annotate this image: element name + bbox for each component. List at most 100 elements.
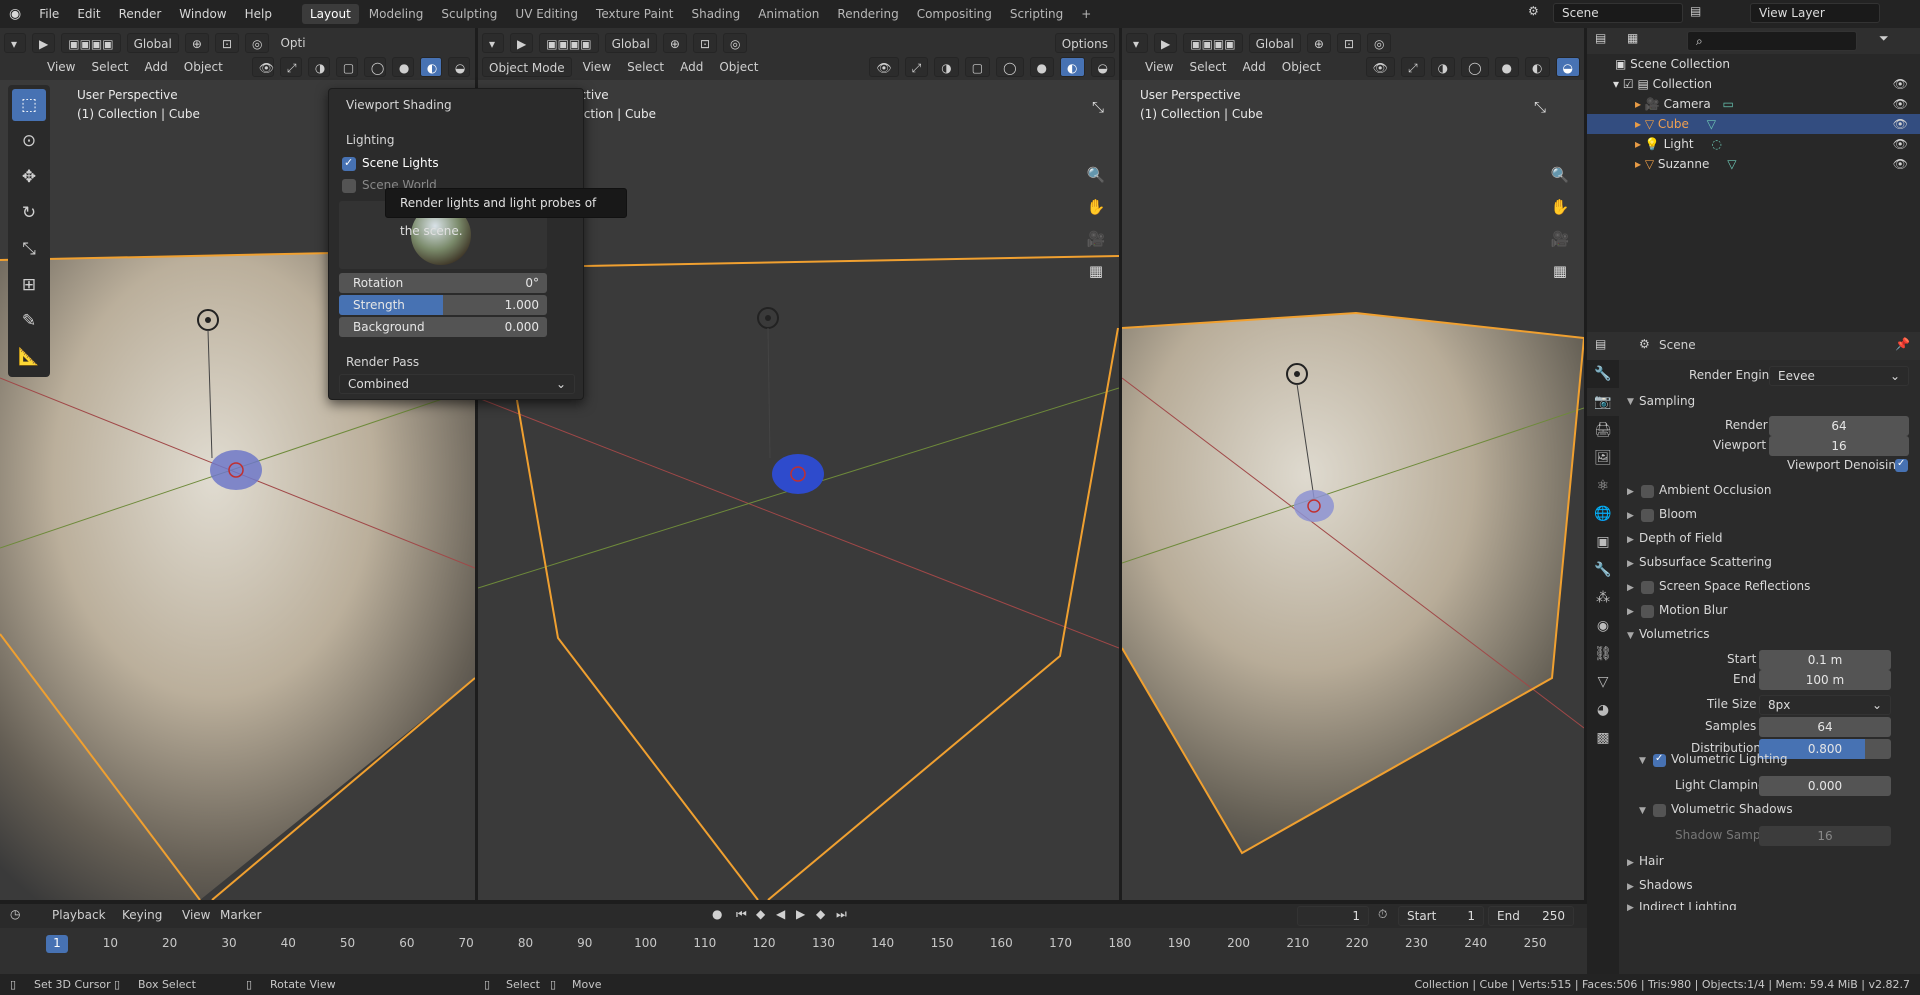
light-clamping-field[interactable]: 0.000	[1759, 776, 1891, 796]
texture-tab-icon[interactable]: ▩	[1587, 724, 1619, 752]
tool-tab-icon[interactable]: 🔧	[1587, 360, 1619, 388]
pin-icon[interactable]: 📌	[1895, 337, 1910, 351]
motion-blur-panel[interactable]: Motion Blur	[1659, 603, 1728, 617]
scene-lights-label[interactable]: Scene Lights	[362, 156, 439, 170]
playback-menu[interactable]: Playback	[52, 908, 106, 922]
material-shading-icon[interactable]: ◐	[1525, 57, 1550, 77]
gizmo-icon[interactable]: ⤢	[279, 57, 302, 77]
proportional-edit-icon[interactable]: ◎	[723, 33, 748, 53]
editor-type-button[interactable]: ▾	[4, 33, 26, 53]
gizmo-icon[interactable]: ⤢	[904, 57, 929, 77]
next-key-icon[interactable]: ◆	[816, 907, 825, 921]
rotate-tool-icon[interactable]: ↻	[12, 197, 46, 229]
view-menu[interactable]: View	[1140, 57, 1178, 77]
bloom-panel[interactable]: Bloom	[1659, 507, 1697, 521]
wireframe-shading-icon[interactable]: ◯	[1461, 57, 1489, 77]
outliner-item-camera[interactable]: ▸ 🎥 Camera ▭ 👁	[1587, 94, 1920, 114]
collapse-arrow-icon[interactable]: ▶	[1627, 583, 1634, 593]
editor-type-button[interactable]: ▾	[1126, 33, 1148, 53]
visibility-icon[interactable]: 👁	[251, 57, 274, 77]
axis-gizmo-icon[interactable]: ⤡	[1085, 94, 1111, 120]
eye-icon[interactable]: 👁	[1893, 94, 1908, 114]
view-layer-icon[interactable]: ▤	[1690, 4, 1701, 18]
tab-rendering[interactable]: Rendering	[829, 4, 906, 24]
modifier-tab-icon[interactable]: 🔧	[1587, 556, 1619, 584]
visibility-icon[interactable]: 👁	[869, 57, 899, 77]
current-frame-field[interactable]: 1	[1297, 906, 1369, 926]
zoom-icon[interactable]: 🔍	[1083, 162, 1109, 188]
subsurface-scattering-panel[interactable]: Subsurface Scattering	[1639, 555, 1772, 569]
prev-key-icon[interactable]: ◆	[756, 907, 765, 921]
view-menu[interactable]: View	[42, 57, 80, 77]
annotate-tool-icon[interactable]: ✎	[12, 305, 46, 337]
filter-icon[interactable]: ⏷	[1879, 31, 1889, 46]
collapse-arrow-icon[interactable]: ▶	[1627, 487, 1634, 497]
expand-arrow-icon[interactable]: ▼	[1627, 631, 1634, 641]
motion-blur-checkbox[interactable]	[1641, 605, 1654, 618]
collapse-arrow-icon[interactable]: ▶	[1627, 535, 1634, 545]
visibility-icon[interactable]: 👁	[1365, 57, 1396, 77]
eye-icon[interactable]: 👁	[1893, 74, 1908, 94]
snap-icon[interactable]: ⊡	[214, 33, 239, 53]
tab-animation[interactable]: Animation	[750, 4, 827, 24]
snap-icon[interactable]: ⊡	[692, 33, 717, 53]
volumetric-lighting-checkbox[interactable]	[1653, 753, 1666, 767]
shadows-panel[interactable]: Shadows	[1639, 878, 1693, 892]
camera-view-icon[interactable]: 🎥	[1083, 226, 1109, 252]
object-menu[interactable]: Object	[179, 57, 228, 77]
marker-menu[interactable]: Marker	[220, 908, 261, 922]
xray-icon[interactable]: ▢	[335, 57, 358, 77]
volumetric-lighting-panel[interactable]: Volumetric Lighting	[1671, 752, 1788, 766]
tab-modeling[interactable]: Modeling	[361, 4, 432, 24]
ortho-grid-icon[interactable]: ▦	[1083, 258, 1109, 284]
outliner-item-suzanne[interactable]: ▸ ▽ Suzanne ▽ 👁	[1587, 154, 1920, 174]
outliner-search-input[interactable]: ⌕	[1687, 31, 1857, 51]
hair-panel[interactable]: Hair	[1639, 854, 1664, 868]
selection-modes-button[interactable]: ▣▣▣▣	[1183, 33, 1243, 53]
output-tab-icon[interactable]: 🖨	[1587, 416, 1619, 444]
strength-slider[interactable]: Strength 1.000	[339, 295, 547, 315]
select-box-tool-icon[interactable]: ⬚	[12, 89, 46, 121]
scale-tool-icon[interactable]: ⤡	[12, 233, 46, 265]
rendered-shading-icon[interactable]: ◒	[447, 57, 470, 77]
scene-lights-checkbox[interactable]	[342, 156, 356, 171]
select-menu[interactable]: Select	[622, 57, 669, 77]
editor-type-icon[interactable]: ▤	[1595, 337, 1606, 351]
jump-start-icon[interactable]: ⏮	[736, 907, 747, 922]
tab-uv-editing[interactable]: UV Editing	[507, 4, 586, 24]
physics-tab-icon[interactable]: ◉	[1587, 612, 1619, 640]
select-menu[interactable]: Select	[1184, 57, 1231, 77]
selection-modes-button[interactable]: ▣▣▣▣	[539, 33, 599, 53]
particles-tab-icon[interactable]: ⁂	[1587, 584, 1619, 612]
clock-icon[interactable]: ◷	[10, 907, 20, 921]
cursor-tool-icon[interactable]: ⊙	[12, 125, 46, 157]
sampling-panel-header[interactable]: Sampling	[1639, 394, 1695, 408]
viewport-denoising-checkbox[interactable]	[1895, 458, 1908, 472]
world-tab-icon[interactable]: 🌐	[1587, 500, 1619, 528]
tab-texture-paint[interactable]: Texture Paint	[588, 4, 681, 24]
solid-shading-icon[interactable]: ●	[391, 57, 414, 77]
material-tab-icon[interactable]: ◕	[1587, 696, 1619, 724]
rendered-shading-icon[interactable]: ◒	[1090, 57, 1115, 77]
eye-icon[interactable]: 👁	[1893, 134, 1908, 154]
vol-samples-field[interactable]: 64	[1759, 717, 1891, 737]
object-menu[interactable]: Object	[1277, 57, 1326, 77]
tab-compositing[interactable]: Compositing	[909, 4, 1000, 24]
material-shading-icon[interactable]: ◐	[1060, 57, 1085, 77]
ssr-panel[interactable]: Screen Space Reflections	[1659, 579, 1810, 593]
menu-help[interactable]: Help	[236, 0, 281, 28]
rotation-slider[interactable]: Rotation 0°	[339, 273, 547, 293]
menu-render[interactable]: Render	[110, 0, 171, 28]
vol-start-field[interactable]: 0.1 m	[1759, 650, 1891, 670]
play-reverse-icon[interactable]: ◀	[776, 907, 785, 921]
jump-end-icon[interactable]: ⏭	[836, 907, 847, 922]
constraints-tab-icon[interactable]: ⛓	[1587, 640, 1619, 668]
pan-hand-icon[interactable]: ✋	[1083, 194, 1109, 220]
volumetrics-panel-header[interactable]: Volumetrics	[1639, 627, 1709, 641]
volumetric-shadows-checkbox[interactable]	[1653, 804, 1666, 817]
outliner-item-light[interactable]: ▸ 💡 Light ◌ 👁	[1587, 134, 1920, 154]
options-dropdown[interactable]: Options	[1054, 33, 1115, 53]
viewport-samples-field[interactable]: 16	[1769, 436, 1909, 456]
select-mode-button[interactable]: ▶	[510, 33, 534, 53]
tile-size-dropdown[interactable]: 8px ⌄	[1759, 695, 1891, 715]
